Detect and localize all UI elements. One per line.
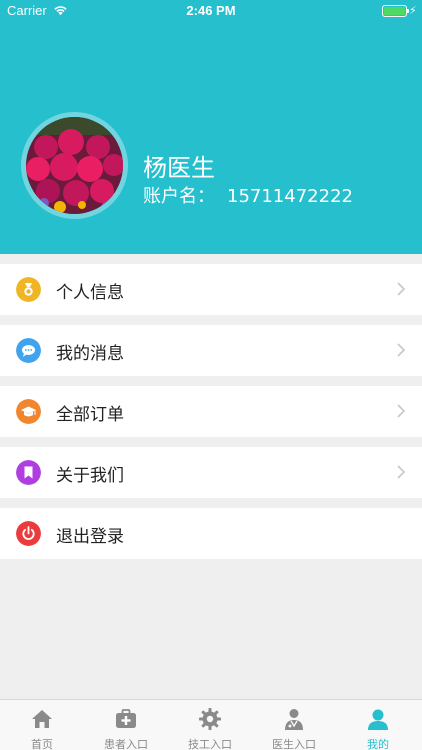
profile-header: Carrier 2:46 PM ⚡ 杨医生 账户名： 15711472222 — [0, 0, 422, 254]
avatar-flower-photo — [26, 117, 123, 214]
doctor-icon — [285, 709, 303, 730]
chevron-right-icon — [397, 282, 406, 296]
tab-label: 首页 — [31, 738, 53, 750]
chevron-right-icon — [397, 404, 406, 418]
menu-item-label: 个人信息 — [56, 283, 124, 303]
status-time: 2:46 PM — [186, 3, 236, 18]
status-bar: Carrier 2:46 PM ⚡ — [0, 0, 422, 22]
tab-patient-entry[interactable]: 患者入口 — [84, 700, 168, 750]
charging-icon: ⚡ — [409, 4, 417, 17]
user-name: 杨医生 — [143, 154, 215, 182]
menu-item-logout[interactable]: 退出登录 — [0, 508, 422, 559]
account-label: 账户名： — [143, 186, 215, 207]
user-icon — [368, 709, 388, 730]
tab-technician-entry[interactable]: 技工入口 — [168, 700, 252, 750]
menu-item-my-messages[interactable]: 我的消息 — [0, 325, 422, 376]
chat-bubble-icon — [16, 338, 41, 363]
menu-item-about-us[interactable]: 关于我们 — [0, 447, 422, 498]
gear-icon — [199, 708, 221, 730]
tab-label: 技工入口 — [188, 738, 232, 750]
avatar[interactable] — [26, 117, 123, 214]
account-info: 账户名： 15711472222 — [143, 182, 353, 208]
menu-item-all-orders[interactable]: 全部订单 — [0, 386, 422, 437]
tab-mine[interactable]: 我的 — [336, 700, 420, 750]
menu-item-label: 全部订单 — [56, 405, 124, 425]
menu-item-label: 关于我们 — [56, 466, 124, 486]
profile-menu: 个人信息 我的消息 全部订单 关于我们 退出登录 — [0, 264, 422, 569]
chevron-right-icon — [397, 465, 406, 479]
tab-doctor-entry[interactable]: 医生入口 — [252, 700, 336, 750]
chevron-right-icon — [397, 343, 406, 357]
graduation-cap-icon — [16, 399, 41, 424]
tab-bar: 首页 患者入口 技工入口 医生入口 我的 — [0, 699, 422, 750]
tab-label: 医生入口 — [272, 738, 316, 750]
home-icon — [32, 710, 52, 728]
menu-item-label: 退出登录 — [56, 527, 124, 547]
avatar-frame[interactable] — [21, 112, 128, 219]
tab-home[interactable]: 首页 — [0, 700, 84, 750]
tab-label: 患者入口 — [104, 738, 148, 750]
bookmark-icon — [16, 460, 41, 485]
menu-item-label: 我的消息 — [56, 344, 124, 364]
account-value: 15711472222 — [227, 186, 353, 207]
power-icon — [16, 521, 41, 546]
medical-kit-icon — [116, 709, 136, 728]
tab-label: 我的 — [367, 738, 389, 750]
medal-icon — [16, 277, 41, 302]
menu-item-personal-info[interactable]: 个人信息 — [0, 264, 422, 315]
battery-icon — [382, 5, 409, 17]
